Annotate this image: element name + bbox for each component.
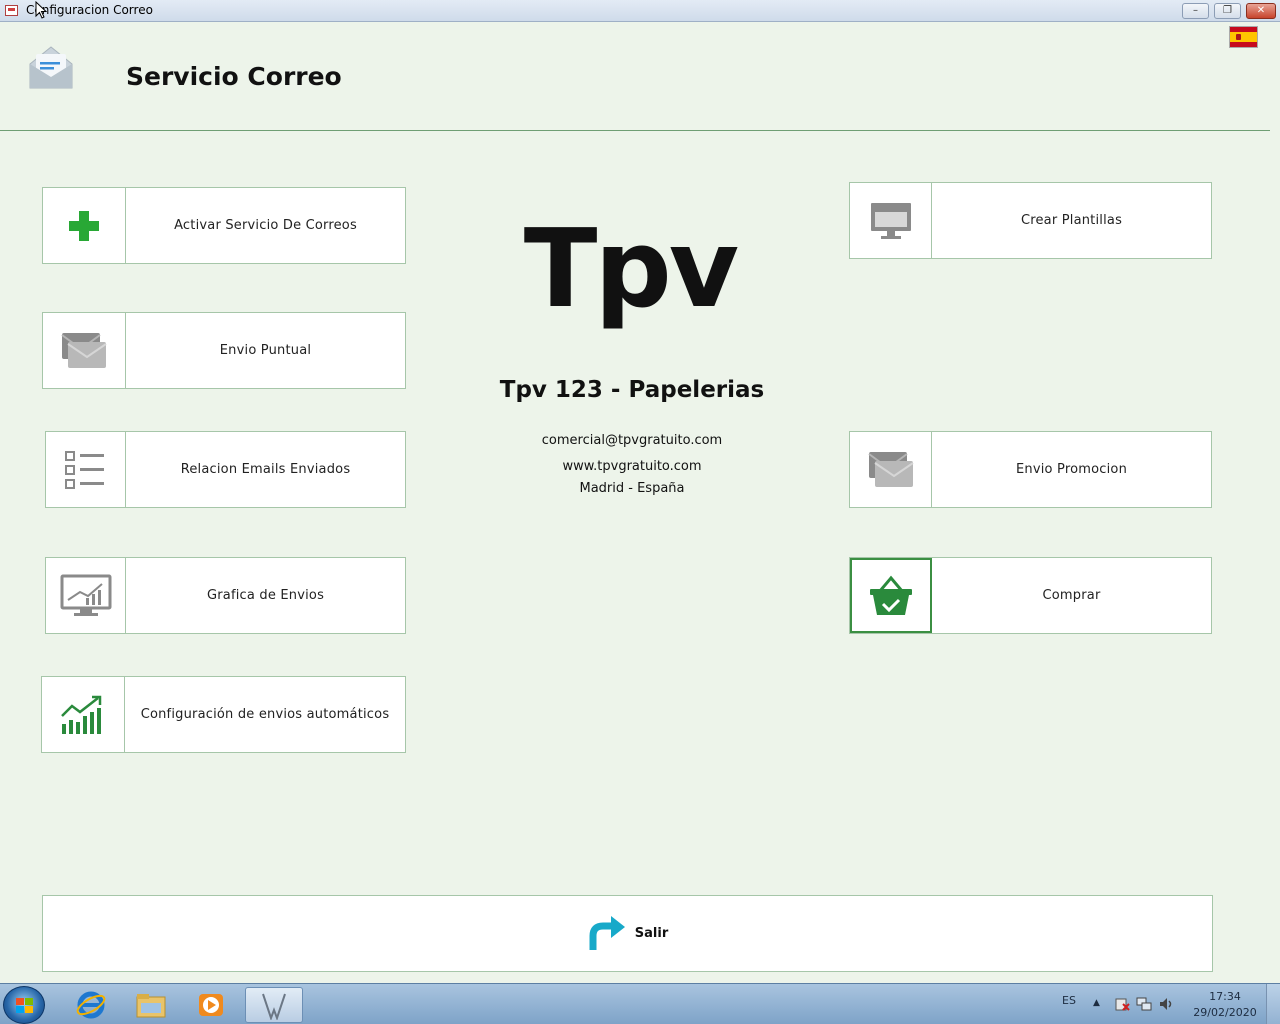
volume-icon[interactable]	[1158, 996, 1174, 1012]
bar-chart-trend-icon	[42, 677, 125, 752]
relacion-emails-button[interactable]: Relacion Emails Enviados	[45, 431, 406, 508]
page-title: Servicio Correo	[126, 62, 342, 91]
envio-puntual-label: Envio Puntual	[219, 343, 312, 358]
language-indicator[interactable]: ES	[1062, 994, 1076, 1007]
clock-time: 17:34	[1209, 990, 1241, 1003]
contact-website: www.tpvgratuito.com	[562, 459, 702, 474]
exit-arrow-icon	[589, 915, 625, 950]
clock-date: 29/02/2020	[1193, 1006, 1257, 1019]
taskbar-clock[interactable]: 17:34 29/02/2020	[1188, 989, 1262, 1021]
crear-plantillas-label: Crear Plantillas	[1020, 213, 1123, 228]
close-button[interactable]: ✕	[1246, 3, 1276, 19]
envio-promocion-label: Envio Promocion	[1015, 462, 1128, 477]
spain-flag-icon[interactable]	[1229, 26, 1258, 48]
maximize-button[interactable]: ❐	[1214, 3, 1241, 19]
salir-button[interactable]: Salir	[42, 895, 1213, 972]
comprar-button[interactable]: Comprar	[849, 557, 1212, 634]
mail-envelope-icon	[850, 432, 932, 507]
internet-explorer-icon[interactable]	[64, 987, 118, 1023]
tray-expand-icon[interactable]: ▲	[1093, 998, 1100, 1008]
media-player-icon[interactable]	[184, 987, 238, 1023]
contact-email: comercial@tpvgratuito.com	[541, 433, 723, 448]
tpv-logo: Tpv	[523, 207, 739, 332]
shopping-basket-icon	[850, 558, 932, 633]
system-tray	[1114, 996, 1174, 1012]
contact-location: Madrid - España	[579, 481, 685, 496]
network-icon[interactable]	[1136, 996, 1152, 1012]
tpv-app-icon[interactable]	[245, 987, 303, 1023]
mail-envelope-icon	[43, 313, 126, 388]
comprar-label: Comprar	[1042, 588, 1101, 603]
show-desktop-button[interactable]	[1266, 984, 1280, 1024]
salir-label: Salir	[634, 926, 669, 941]
start-button[interactable]	[3, 986, 45, 1024]
minimize-button[interactable]: –	[1182, 3, 1209, 19]
company-name: Tpv 123 - Papelerias	[499, 377, 765, 403]
crear-plantillas-button[interactable]: Crear Plantillas	[849, 182, 1212, 259]
file-explorer-icon[interactable]	[124, 987, 178, 1023]
mouse-cursor-icon	[35, 0, 48, 23]
monitor-chart-icon	[46, 558, 126, 633]
header-divider	[0, 130, 1270, 131]
action-center-icon[interactable]	[1114, 996, 1130, 1012]
envio-puntual-button[interactable]: Envio Puntual	[42, 312, 406, 389]
windows-taskbar	[0, 983, 1280, 1024]
config-envios-automaticos-label: Configuración de envios automáticos	[140, 707, 390, 722]
envelope-icon	[28, 44, 74, 90]
activar-servicio-button[interactable]: Activar Servicio De Correos	[42, 187, 406, 264]
checklist-icon	[46, 432, 126, 507]
config-envios-automaticos-button[interactable]: Configuración de envios automáticos	[41, 676, 406, 753]
window-titlebar: Configuracion Correo – ❐ ✕	[0, 0, 1280, 22]
envio-promocion-button[interactable]: Envio Promocion	[849, 431, 1212, 508]
monitor-window-icon	[850, 183, 932, 258]
activar-servicio-label: Activar Servicio De Correos	[174, 218, 357, 233]
app-window-icon	[5, 5, 18, 16]
relacion-emails-label: Relacion Emails Enviados	[180, 462, 351, 477]
grafica-envios-button[interactable]: Grafica de Envios	[45, 557, 406, 634]
grafica-envios-label: Grafica de Envios	[206, 588, 325, 603]
windows-logo-icon	[16, 998, 33, 1013]
green-plus-icon	[43, 188, 126, 263]
